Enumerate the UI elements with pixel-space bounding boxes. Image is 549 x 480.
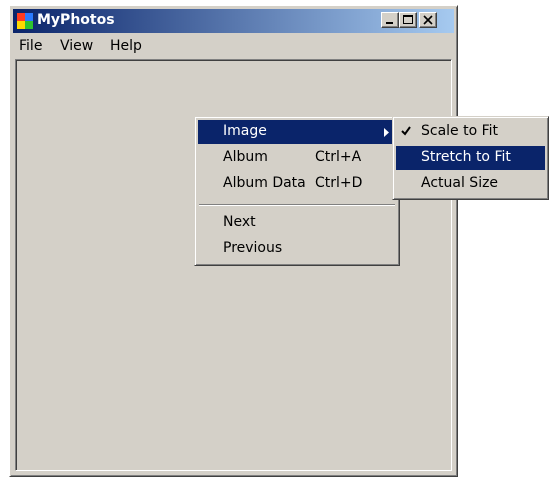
context-item-shortcut: Ctrl+D — [315, 175, 363, 191]
close-icon — [423, 15, 433, 25]
context-item-label: Next — [223, 214, 256, 230]
close-button[interactable] — [419, 12, 437, 28]
menu-separator — [199, 204, 395, 206]
menu-view[interactable]: View — [60, 38, 93, 54]
submenu-item-label: Actual Size — [421, 175, 499, 191]
context-item-label: Album Data — [223, 175, 306, 191]
submenu-item-label: Scale to Fit — [421, 123, 499, 139]
menu-bar: File View Help — [13, 35, 454, 57]
submenu-item-actual-size[interactable]: Actual Size — [396, 172, 545, 196]
minimize-button[interactable] — [381, 12, 399, 28]
submenu-item-scale-to-fit[interactable]: Scale to Fit — [396, 120, 545, 144]
context-item-album[interactable]: Album Ctrl+A — [198, 146, 396, 170]
context-item-label: Image — [223, 123, 267, 139]
context-item-image[interactable]: Image — [198, 120, 396, 144]
submenu-item-stretch-to-fit[interactable]: Stretch to Fit — [396, 146, 545, 170]
context-menu: Image Album Ctrl+A Album Data Ctrl+D Nex… — [194, 116, 400, 266]
menu-file[interactable]: File — [19, 38, 42, 54]
context-item-label: Previous — [223, 240, 283, 256]
maximize-button[interactable] — [399, 12, 417, 28]
window-title: MyPhotos — [37, 12, 115, 28]
submenu-item-label: Stretch to Fit — [421, 149, 511, 165]
context-item-next[interactable]: Next — [198, 211, 396, 235]
maximize-icon — [403, 15, 413, 24]
context-item-album-data[interactable]: Album Data Ctrl+D — [198, 172, 396, 196]
minimize-icon — [386, 22, 393, 24]
context-item-shortcut: Ctrl+A — [315, 149, 362, 165]
app-photos-icon — [16, 12, 34, 30]
submenu-arrow-icon — [384, 128, 389, 137]
title-bar[interactable]: MyPhotos — [13, 9, 454, 33]
context-item-previous[interactable]: Previous — [198, 237, 396, 261]
menu-help[interactable]: Help — [110, 38, 142, 54]
check-icon — [401, 126, 411, 136]
context-item-label: Album — [223, 149, 268, 165]
image-submenu: Scale to Fit Stretch to Fit Actual Size — [392, 116, 549, 200]
